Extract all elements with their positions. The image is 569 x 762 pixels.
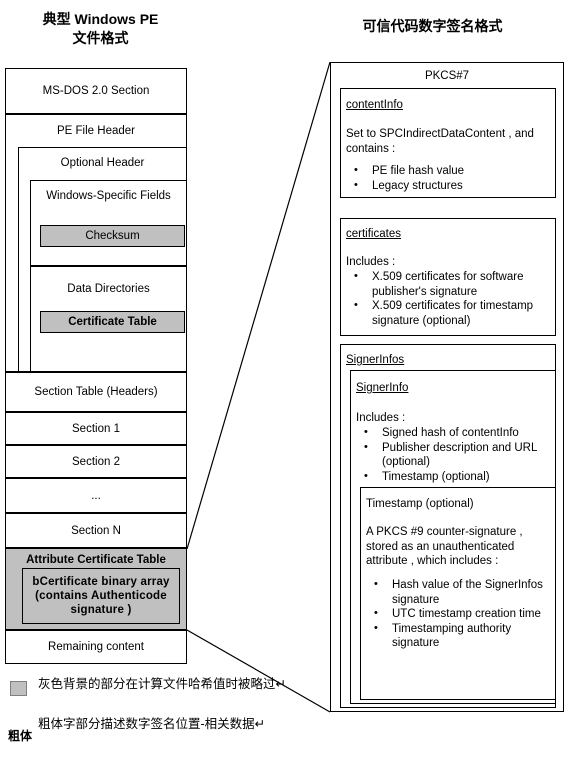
signer-info-title: SignerInfo <box>356 382 409 394</box>
pe-row-certificate-table: Certificate Table <box>40 311 185 333</box>
content-info-title: contentInfo <box>346 99 403 111</box>
signer-info-bullets: Signed hash of contentInfo Publisher des… <box>356 425 556 485</box>
list-item: X.509 certificates for timestamp signatu… <box>346 298 556 328</box>
optional-header-label: Optional Header <box>60 157 145 169</box>
pe-row-label: bCertificate binary array (contains Auth… <box>32 576 170 616</box>
pe-row-label: Section 1 <box>72 422 120 435</box>
legend-gray-text: 灰色背景的部分在计算文件哈希值时被略过↵ <box>38 677 286 691</box>
pe-row-label: Certificate Table <box>68 316 157 328</box>
content-info-intro: Set to SPCIndirectDataContent , and cont… <box>346 128 534 155</box>
pe-row-ms-dos: MS-DOS 2.0 Section <box>5 68 187 114</box>
pe-row-label: Remaining content <box>48 641 144 653</box>
timestamp-title: Timestamp (optional) <box>366 498 474 510</box>
pe-row-section-table: Section Table (Headers) <box>5 372 187 412</box>
pe-row-label: Section Table (Headers) <box>34 386 158 398</box>
title-left-line1: 典型 Windows PE <box>42 11 159 27</box>
pe-row-label: Attribute Certificate Table <box>26 554 166 566</box>
data-directories-label: Data Directories <box>67 283 150 295</box>
list-item: X.509 certificates for software publishe… <box>346 269 556 299</box>
windows-specific-fields-label: Windows‑Specific Fields <box>46 190 171 202</box>
content-info-bullets: PE file hash value Legacy structures <box>346 163 554 194</box>
title-left-line2: 文件格式 <box>72 30 129 46</box>
legend: 灰色背景的部分在计算文件哈希值时被略过↵ 粗体 粗体字部分描述数字签名位置-相关… <box>0 672 290 758</box>
pkcs7-title: PKCS#7 <box>424 70 470 82</box>
connector-line-top <box>186 61 331 550</box>
pe-row-section-n: Section N <box>5 513 187 548</box>
certificates-title: certificates <box>346 228 401 240</box>
pe-row-checksum: Checksum <box>40 225 185 247</box>
signer-infos-title: SignerInfos <box>346 354 405 366</box>
pe-row-section-2: Section 2 <box>5 445 187 478</box>
list-item: Timestamping authority signature <box>366 621 556 651</box>
signer-info-intro: Includes : <box>356 412 406 424</box>
list-item: PE file hash value <box>346 163 554 179</box>
list-item: Legacy structures <box>346 178 554 194</box>
certificates-intro: Includes : <box>346 256 396 268</box>
list-item: UTC timestamp creation time <box>366 606 556 622</box>
list-item: Publisher description and URL (optional) <box>356 440 556 470</box>
legend-bold-text: 粗体字部分描述数字签名位置-相关数据↵ <box>38 717 266 731</box>
pe-row-label: ... <box>91 489 101 502</box>
list-item: Hash value of the SignerInfos signature <box>366 577 556 607</box>
certificates-bullets: X.509 certificates for software publishe… <box>346 269 556 328</box>
pe-row-label: Section N <box>71 524 121 537</box>
page-title-left: 典型 Windows PE 文件格式 <box>8 10 193 48</box>
timestamp-intro: A PKCS #9 counter‑signature , stored as … <box>366 526 523 567</box>
pe-row-label: MS-DOS 2.0 Section <box>42 85 150 97</box>
pe-row-ellipsis: ... <box>5 478 187 513</box>
pe-row-remaining-content: Remaining content <box>5 630 187 664</box>
pe-row-label: Checksum <box>85 230 140 242</box>
pe-file-header-label: PE File Header <box>57 125 135 137</box>
pe-row-section-1: Section 1 <box>5 412 187 445</box>
pe-row-bcertificate-binary-array: bCertificate binary array (contains Auth… <box>22 568 180 624</box>
list-item: Signed hash of contentInfo <box>356 425 556 441</box>
page-title-right: 可信代码数字签名格式 <box>362 18 503 34</box>
timestamp-bullets: Hash value of the SignerInfos signature … <box>366 577 556 651</box>
pe-row-label: Section 2 <box>72 455 120 468</box>
list-item: Timestamp (optional) <box>356 469 556 485</box>
legend-bold-key: 粗体 <box>8 729 33 743</box>
gray-swatch-icon <box>10 681 27 696</box>
